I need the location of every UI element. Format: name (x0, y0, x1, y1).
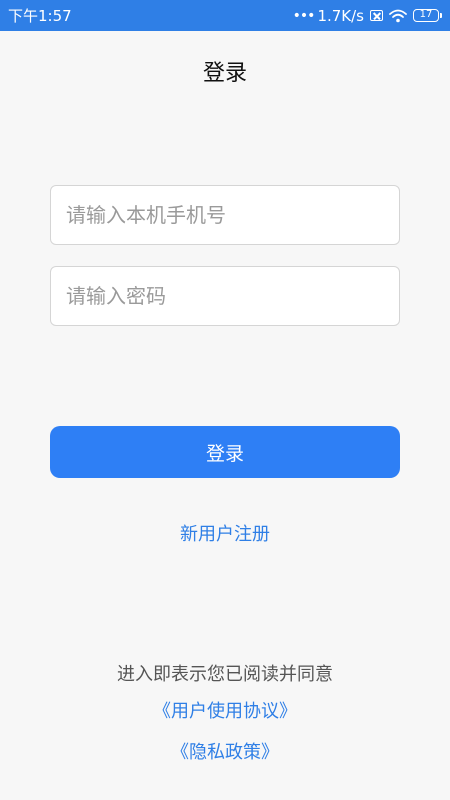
privacy-policy-link[interactable]: 《隐私政策》 (0, 738, 450, 764)
battery-icon: 17 (413, 9, 442, 22)
network-speed: 1.7K/s (317, 6, 364, 25)
sim-card-icon (370, 10, 383, 21)
battery-tip (440, 13, 442, 18)
register-link[interactable]: 新用户注册 (0, 520, 450, 546)
status-bar: 下午1:57 ••• 1.7K/s 17 (0, 0, 450, 31)
user-agreement-link[interactable]: 《用户使用协议》 (0, 697, 450, 723)
signal-dots-icon: ••• (292, 7, 316, 24)
page-title: 登录 (202, 61, 247, 86)
wifi-icon (389, 9, 407, 22)
status-icons: ••• 1.7K/s 17 (293, 7, 442, 25)
agreement-notice: 进入即表示您已阅读并同意 (117, 664, 333, 685)
battery-level: 17 (413, 9, 439, 22)
login-button[interactable]: 登录 (50, 426, 400, 478)
phone-input[interactable] (50, 185, 400, 245)
status-time: 下午1:57 (8, 7, 72, 25)
password-input[interactable] (50, 266, 400, 326)
